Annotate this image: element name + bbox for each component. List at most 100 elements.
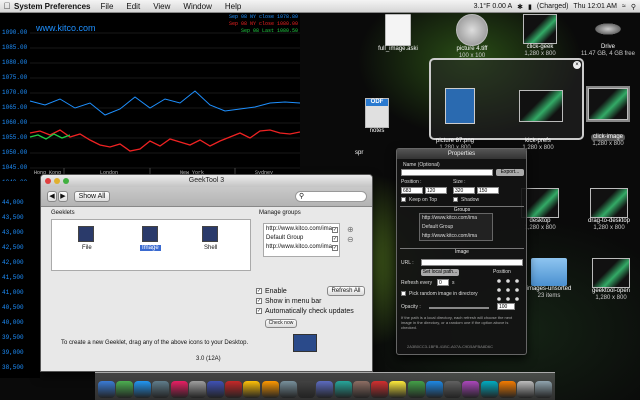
apple-menu-icon[interactable]:  bbox=[0, 1, 14, 11]
desktop-icon-picture4[interactable]: picture 4.tiff 100 x 100 bbox=[440, 14, 504, 60]
enable-checkbox[interactable]: ✓ bbox=[256, 288, 262, 294]
size-w-input[interactable]: 320 bbox=[453, 187, 475, 194]
wifi-icon[interactable]: ≈ bbox=[622, 3, 626, 10]
group-checkbox[interactable]: ✓ bbox=[332, 227, 338, 233]
dock-app-icon[interactable] bbox=[334, 381, 352, 398]
spotlight-icon[interactable]: ⚲ bbox=[631, 3, 636, 11]
show-all-button[interactable]: Show All bbox=[74, 191, 110, 202]
group-item[interactable]: Default Group bbox=[422, 224, 453, 230]
opacity-input[interactable]: 100 bbox=[497, 303, 515, 310]
dock-app-icon[interactable] bbox=[188, 381, 206, 398]
minimize-window-icon[interactable] bbox=[54, 178, 60, 184]
desktop-icon-drive[interactable]: Drive 11.47 GB, 4 GB free bbox=[578, 14, 638, 58]
group-item[interactable]: http://www.kitco.com/ima bbox=[422, 215, 477, 221]
group-checkbox[interactable]: ✓ bbox=[332, 245, 338, 251]
image-geeklet-icon[interactable] bbox=[142, 226, 158, 242]
shadow-checkbox[interactable] bbox=[453, 197, 458, 202]
desktop-icon-click-geek[interactable]: click-geek 1,280 x 800 bbox=[510, 14, 570, 58]
menu-bar-checkbox[interactable]: ✓ bbox=[256, 298, 262, 304]
name-input[interactable] bbox=[401, 169, 493, 176]
battery-status[interactable]: (Charged) bbox=[537, 3, 569, 10]
file-geeklet-icon[interactable] bbox=[78, 226, 94, 242]
pick-random-label: Pick random image in directory bbox=[409, 291, 478, 297]
dock-app-icon[interactable] bbox=[371, 381, 389, 398]
desktop-icon-file[interactable]: full_image.aski bbox=[368, 14, 428, 53]
desktop-icon-images-unsorted[interactable]: images-unsorted 23 items bbox=[520, 258, 578, 300]
directory-note: If the path is a local directory, each r… bbox=[401, 315, 513, 330]
quicklook-preview[interactable]: × bbox=[429, 58, 584, 140]
dock-app-icon[interactable] bbox=[115, 381, 133, 398]
dock-app-icon[interactable] bbox=[480, 381, 498, 398]
dock-app-icon[interactable] bbox=[207, 381, 225, 398]
zoom-window-icon[interactable] bbox=[63, 178, 69, 184]
export-button[interactable]: Export... bbox=[496, 169, 524, 176]
dock-app-icon[interactable] bbox=[535, 381, 553, 398]
dock-app-icon[interactable] bbox=[425, 381, 443, 398]
check-now-button[interactable]: Check now bbox=[265, 319, 297, 328]
menu-help[interactable]: Help bbox=[225, 2, 241, 11]
menu-file[interactable]: File bbox=[101, 2, 114, 11]
menu-edit[interactable]: Edit bbox=[126, 2, 140, 11]
menu-window[interactable]: Window bbox=[183, 2, 211, 11]
dock-app-icon[interactable] bbox=[316, 381, 334, 398]
refresh-all-button[interactable]: Refresh All bbox=[327, 286, 365, 296]
desktop-icon-geektool-open[interactable]: geektool-open 1,280 x 800 bbox=[582, 258, 640, 302]
dock-app-icon[interactable] bbox=[407, 381, 425, 398]
position-grid[interactable] bbox=[495, 277, 521, 303]
refresh-input[interactable]: 0 bbox=[437, 279, 449, 286]
menu-app-name[interactable]: System Preferences bbox=[14, 2, 91, 11]
group-item[interactable]: Default Group bbox=[266, 235, 303, 241]
close-icon[interactable]: × bbox=[573, 61, 581, 69]
dock-app-icon[interactable] bbox=[462, 381, 480, 398]
group-item[interactable]: http://www.kitco.com/ima bbox=[422, 233, 477, 239]
url-label: URL : bbox=[401, 260, 414, 266]
dock-app-icon[interactable] bbox=[444, 381, 462, 398]
auto-update-checkbox[interactable]: ✓ bbox=[256, 308, 262, 314]
position-y-input[interactable]: 120 bbox=[425, 187, 447, 194]
forward-icon[interactable]: ▶ bbox=[58, 191, 68, 202]
status-text[interactable]: 3.1°F 0.00 A bbox=[474, 3, 513, 10]
keep-on-top-checkbox[interactable] bbox=[401, 197, 406, 202]
desktop-icon-drag-to-desktop[interactable]: drag-to-desktop 1,280 x 800 bbox=[578, 188, 640, 232]
close-window-icon[interactable] bbox=[45, 178, 51, 184]
group-checkbox[interactable]: ✓ bbox=[332, 236, 338, 242]
dock-app-icon[interactable] bbox=[298, 381, 316, 398]
dock-app-icon[interactable] bbox=[97, 381, 115, 398]
group-item[interactable]: http://www.kitco.com/ima bbox=[266, 244, 332, 250]
y-axis-label: 1050.00 bbox=[2, 149, 28, 156]
size-h-input[interactable]: 150 bbox=[477, 187, 499, 194]
dock-app-icon[interactable] bbox=[352, 381, 370, 398]
shell-geeklet-icon[interactable] bbox=[202, 226, 218, 242]
url-input[interactable] bbox=[421, 259, 523, 266]
set-local-path-button[interactable]: Set local path... bbox=[421, 269, 459, 276]
menu-view[interactable]: View bbox=[153, 2, 170, 11]
pick-random-checkbox[interactable] bbox=[401, 291, 406, 296]
back-icon[interactable]: ◀ bbox=[47, 191, 57, 202]
add-group-icon[interactable]: ⊕ bbox=[347, 225, 354, 234]
battery-icon[interactable]: ▮ bbox=[528, 3, 532, 11]
opacity-slider[interactable] bbox=[429, 307, 489, 309]
dock-app-icon[interactable] bbox=[279, 381, 297, 398]
dock-app-icon[interactable] bbox=[170, 381, 188, 398]
dock-app-icon[interactable] bbox=[498, 381, 516, 398]
bluetooth-icon[interactable]: ✱ bbox=[517, 3, 523, 11]
dock-app-icon[interactable] bbox=[225, 381, 243, 398]
dock-app-icon[interactable] bbox=[152, 381, 170, 398]
name-label: Name (Optional) bbox=[403, 162, 440, 168]
desktop-icon-partial[interactable]: spr bbox=[355, 150, 377, 157]
dock-app-icon[interactable] bbox=[389, 381, 407, 398]
remove-group-icon[interactable]: ⊖ bbox=[347, 235, 354, 244]
properties-title[interactable]: Properties bbox=[397, 149, 526, 159]
screenshot-thumb-icon bbox=[519, 90, 563, 122]
desktop-icon-notes[interactable]: ODF notes bbox=[352, 98, 402, 135]
desktop-icon-click-image[interactable]: click-image 1,280 x 800 bbox=[578, 86, 638, 148]
group-item[interactable]: http://www.kitco.com/ima bbox=[266, 226, 332, 232]
clock[interactable]: Thu 12:01 AM bbox=[573, 3, 617, 10]
dock-app-icon[interactable] bbox=[243, 381, 261, 398]
dock-app-icon[interactable] bbox=[517, 381, 534, 398]
window-titlebar[interactable]: GeekTool 3 bbox=[41, 175, 372, 187]
position-x-input[interactable]: 683 bbox=[401, 187, 423, 194]
dock-app-icon[interactable] bbox=[261, 381, 279, 398]
search-input[interactable]: ⚲ bbox=[295, 191, 367, 202]
dock-app-icon[interactable] bbox=[134, 381, 152, 398]
